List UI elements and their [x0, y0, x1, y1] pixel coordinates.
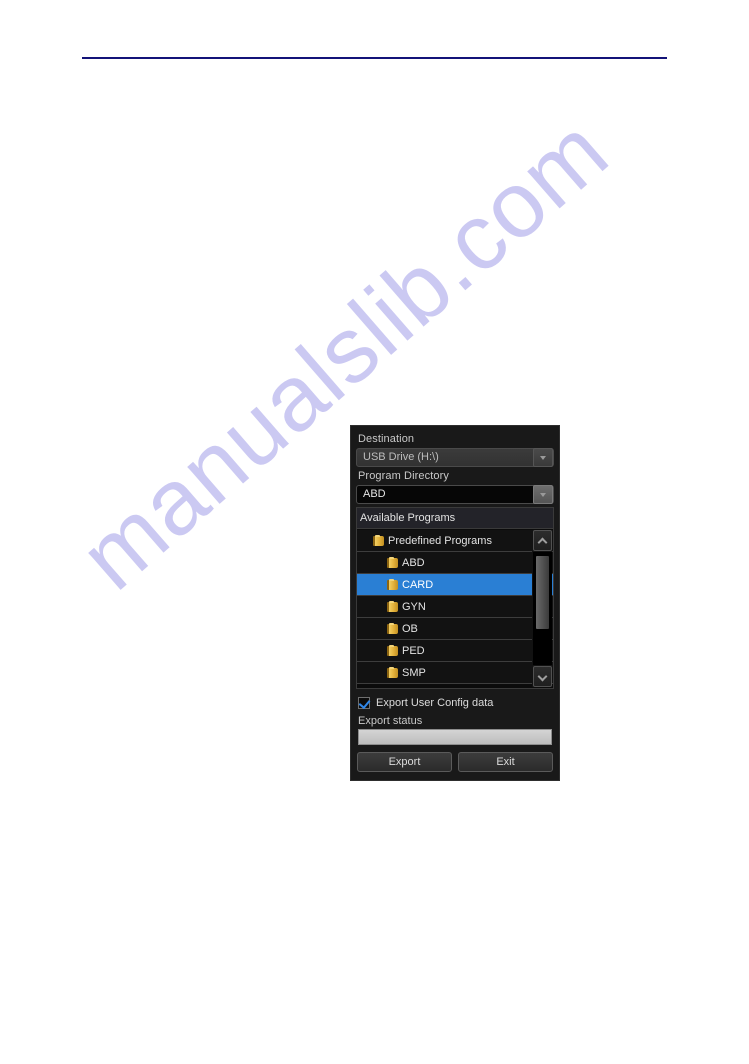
scroll-up-icon[interactable]: [532, 530, 552, 551]
export-user-config-label: Export User Config data: [376, 697, 494, 709]
destination-dropdown-icon[interactable]: [533, 448, 553, 467]
dialog-button-row: Export Exit: [356, 752, 554, 772]
list-item-label: OB: [402, 622, 418, 635]
list-item[interactable]: PED: [357, 640, 553, 662]
export-user-config-checkbox-row[interactable]: Export User Config data: [358, 695, 554, 711]
list-item[interactable]: CARD: [357, 574, 553, 596]
export-button[interactable]: Export: [357, 752, 452, 772]
folder-icon: [387, 601, 398, 612]
destination-label: Destination: [358, 433, 415, 445]
available-programs-scrollbar[interactable]: [532, 530, 552, 687]
folder-icon: [387, 557, 398, 568]
list-item[interactable]: SMP: [357, 662, 553, 684]
list-item-label: Predefined Programs: [388, 534, 492, 547]
folder-icon: [387, 623, 398, 634]
folder-icon: [387, 645, 398, 656]
program-directory-label: Program Directory: [358, 470, 449, 482]
list-item-label: SMP: [402, 666, 426, 679]
list-item-label: CARD: [402, 578, 434, 591]
list-item[interactable]: GYN: [357, 596, 553, 618]
available-programs-rows[interactable]: Predefined Programs ABD CARD GYN OB PED SMP: [357, 530, 553, 688]
list-item[interactable]: Predefined Programs: [357, 530, 553, 552]
exit-button[interactable]: Exit: [458, 752, 553, 772]
available-programs-list[interactable]: Available Programs Predefined Programs AB…: [356, 507, 554, 689]
export-status-label: Export status: [358, 715, 423, 727]
list-item[interactable]: ABD: [357, 552, 553, 574]
list-item[interactable]: OB: [357, 618, 553, 640]
export-status-progressbar: [358, 729, 552, 745]
scroll-down-icon[interactable]: [532, 666, 552, 687]
export-programs-dialog: Destination USB Drive (H:\) Program Dire…: [350, 425, 560, 781]
page-header-rule: [82, 57, 667, 59]
program-directory-combobox[interactable]: ABD: [356, 485, 554, 504]
destination-combobox[interactable]: USB Drive (H:\): [356, 448, 554, 467]
folder-icon: [387, 667, 398, 678]
destination-value: USB Drive (H:\): [363, 451, 439, 463]
program-directory-value: ABD: [363, 488, 386, 500]
available-programs-header: Available Programs: [357, 508, 553, 529]
scrollbar-thumb[interactable]: [535, 556, 549, 630]
scrollbar-track[interactable]: [532, 552, 552, 665]
export-user-config-checkbox[interactable]: [358, 696, 371, 710]
list-item-label: ABD: [402, 556, 425, 569]
folder-icon: [387, 579, 398, 590]
program-directory-dropdown-icon[interactable]: [533, 485, 553, 504]
folder-icon: [373, 535, 384, 546]
list-item-label: PED: [402, 644, 425, 657]
list-item-label: GYN: [402, 600, 426, 613]
